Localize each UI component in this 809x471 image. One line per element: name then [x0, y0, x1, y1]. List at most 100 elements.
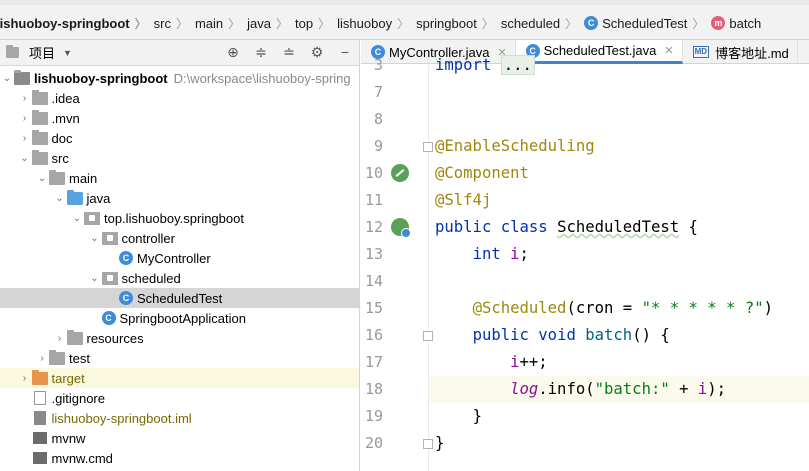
- breadcrumb-separator-icon: 〉: [565, 16, 578, 31]
- line-number: 14: [364, 272, 383, 290]
- folded-code[interactable]: ...: [500, 55, 535, 75]
- collapse-all-icon[interactable]: ≐: [281, 44, 297, 60]
- locate-icon[interactable]: ⊕: [225, 44, 241, 60]
- chevron-down-icon[interactable]: ⌄: [70, 213, 84, 224]
- line-number: 20: [364, 434, 383, 452]
- breadcrumb-separator-icon: 〉: [276, 16, 289, 31]
- breadcrumb-item-batch[interactable]: m batch: [711, 16, 761, 31]
- code-line-field: int i;: [472, 245, 529, 263]
- iml-icon: [33, 411, 46, 425]
- spring-bean-injection-icon[interactable]: [391, 218, 411, 238]
- folder-icon: [31, 89, 48, 105]
- tree-item[interactable]: mvnw: [0, 428, 359, 448]
- method-icon: m: [711, 16, 726, 30]
- tree-item[interactable]: C ScheduledTest: [0, 288, 359, 308]
- file-icon: [33, 391, 46, 405]
- code-line-import: import ...: [435, 52, 809, 79]
- tree-item[interactable]: .gitignore: [0, 388, 359, 408]
- tree-item[interactable]: ⌄ src: [0, 148, 359, 168]
- line-number: 12: [364, 218, 383, 236]
- chevron-right-icon[interactable]: ›: [18, 373, 32, 384]
- expand-all-icon[interactable]: ≑: [253, 44, 269, 60]
- chevron-down-icon[interactable]: ⌄: [88, 273, 102, 284]
- tree-item[interactable]: › test: [0, 348, 359, 368]
- tree-item[interactable]: mvnw.cmd: [0, 448, 359, 468]
- spring-bean-icon[interactable]: [391, 164, 409, 182]
- code-line-log: log.info("batch:" + i);: [429, 376, 809, 403]
- tree-item[interactable]: ⌄ lishuoboy-springboot D:\workspace\lishuo…: [0, 68, 359, 88]
- breadcrumb: lishuoboy-springboot 〉 src 〉 main 〉 java 〉 t…: [0, 13, 761, 33]
- breadcrumb-separator-icon: 〉: [175, 16, 188, 31]
- breadcrumb-bar: lishuoboy-springboot 〉 src 〉 main 〉 java 〉 t…: [0, 0, 809, 40]
- tree-item-label: lishuoboy-springboot: [34, 70, 168, 86]
- tree-item-label: top.lishuoboy.springboot: [104, 210, 244, 226]
- chevron-right-icon[interactable]: ›: [35, 353, 49, 364]
- tree-item[interactable]: › .idea: [0, 88, 359, 108]
- line-number: 7: [373, 83, 383, 101]
- line-number: 9: [373, 137, 383, 155]
- breadcrumb-item-lishuoboy[interactable]: lishuoboy 〉: [337, 15, 416, 32]
- chevron-down-icon[interactable]: ⌄: [88, 233, 102, 244]
- fold-icon[interactable]: [423, 331, 433, 341]
- tree-item[interactable]: C MyController: [0, 248, 359, 268]
- chevron-down-icon[interactable]: ⌄: [0, 73, 14, 84]
- tree-item-label: lishuoboy-springboot.iml: [51, 410, 192, 426]
- tree-item[interactable]: ⌄ java: [0, 188, 359, 208]
- tree-item[interactable]: ⌄ scheduled: [0, 268, 359, 288]
- breadcrumb-item-springboot[interactable]: springboot 〉: [416, 15, 501, 32]
- tree-item[interactable]: › doc: [0, 128, 359, 148]
- breadcrumb-separator-icon: 〉: [692, 16, 705, 31]
- chevron-right-icon[interactable]: ›: [53, 333, 67, 344]
- chevron-right-icon[interactable]: ›: [18, 93, 32, 104]
- chevron-down-icon[interactable]: ⌄: [18, 153, 32, 164]
- line-number: 11: [364, 191, 383, 209]
- project-panel-toolbar: ⊕ ≑ ≐ ⚙ −: [225, 44, 353, 61]
- tree-item-label: MyController: [137, 250, 211, 266]
- package-icon: [84, 211, 100, 225]
- package-icon: [101, 271, 118, 285]
- tree-item-path: D:\workspace\lishuoboy-spring: [173, 70, 351, 86]
- code-editor[interactable]: import ... @EnableScheduling @Component …: [429, 55, 809, 471]
- breadcrumb-item-scheduledtest[interactable]: C ScheduledTest 〉: [584, 15, 711, 32]
- project-panel-header: 项目 ▼ ⊕ ≑ ≐ ⚙ −: [0, 40, 359, 66]
- tree-item-label: src: [51, 150, 69, 166]
- project-view-icon: [6, 45, 19, 58]
- breadcrumb-item-java[interactable]: java 〉: [247, 15, 295, 32]
- cmd-icon: [32, 452, 47, 464]
- line-number: 13: [364, 245, 383, 263]
- hide-icon[interactable]: −: [337, 44, 353, 60]
- editor-area: C MyController.java ✕ C ScheduledTest.ja…: [361, 40, 809, 471]
- breadcrumb-item-src[interactable]: src 〉: [154, 15, 195, 32]
- chevron-down-icon[interactable]: ⌄: [35, 173, 49, 184]
- project-panel-title[interactable]: 项目: [29, 43, 55, 62]
- settings-icon[interactable]: ⚙: [309, 44, 325, 60]
- code-line-close-method: }: [472, 407, 482, 425]
- tree-item[interactable]: › resources: [0, 328, 359, 348]
- chevron-down-icon[interactable]: ▼: [63, 48, 72, 58]
- tree-item[interactable]: ⌄ top.lishuoboy.springboot: [0, 208, 359, 228]
- folder-icon: [31, 149, 48, 165]
- breadcrumb-item-top[interactable]: top 〉: [295, 15, 337, 32]
- line-number: 17: [364, 353, 383, 371]
- tree-item[interactable]: › .mvn: [0, 108, 359, 128]
- line-number: 8: [373, 110, 383, 128]
- fold-icon[interactable]: [423, 439, 433, 449]
- code-line-class-decl: public class ScheduledTest {: [435, 218, 698, 236]
- line-number: 15: [364, 299, 383, 317]
- fold-icon[interactable]: [423, 142, 433, 152]
- tree-item-label: mvnw: [51, 430, 86, 446]
- tree-item[interactable]: ⌄ main: [0, 168, 359, 188]
- chevron-right-icon[interactable]: ›: [18, 133, 32, 144]
- tree-item[interactable]: lishuoboy-springboot.iml: [0, 408, 359, 428]
- menu-strip: [0, 0, 809, 5]
- tree-item-label: main: [69, 170, 98, 186]
- breadcrumb-item-main[interactable]: main 〉: [195, 15, 247, 32]
- breadcrumb-item-scheduled[interactable]: scheduled 〉: [501, 15, 584, 32]
- tree-item[interactable]: › target: [0, 368, 359, 388]
- breadcrumb-separator-icon: 〉: [134, 16, 147, 31]
- tree-item[interactable]: C SpringbootApplication: [0, 308, 359, 328]
- tree-item[interactable]: ⌄ controller: [0, 228, 359, 248]
- breadcrumb-item-project[interactable]: lishuoboy-springboot 〉: [0, 15, 154, 32]
- chevron-right-icon[interactable]: ›: [18, 113, 32, 124]
- chevron-down-icon[interactable]: ⌄: [53, 193, 67, 204]
